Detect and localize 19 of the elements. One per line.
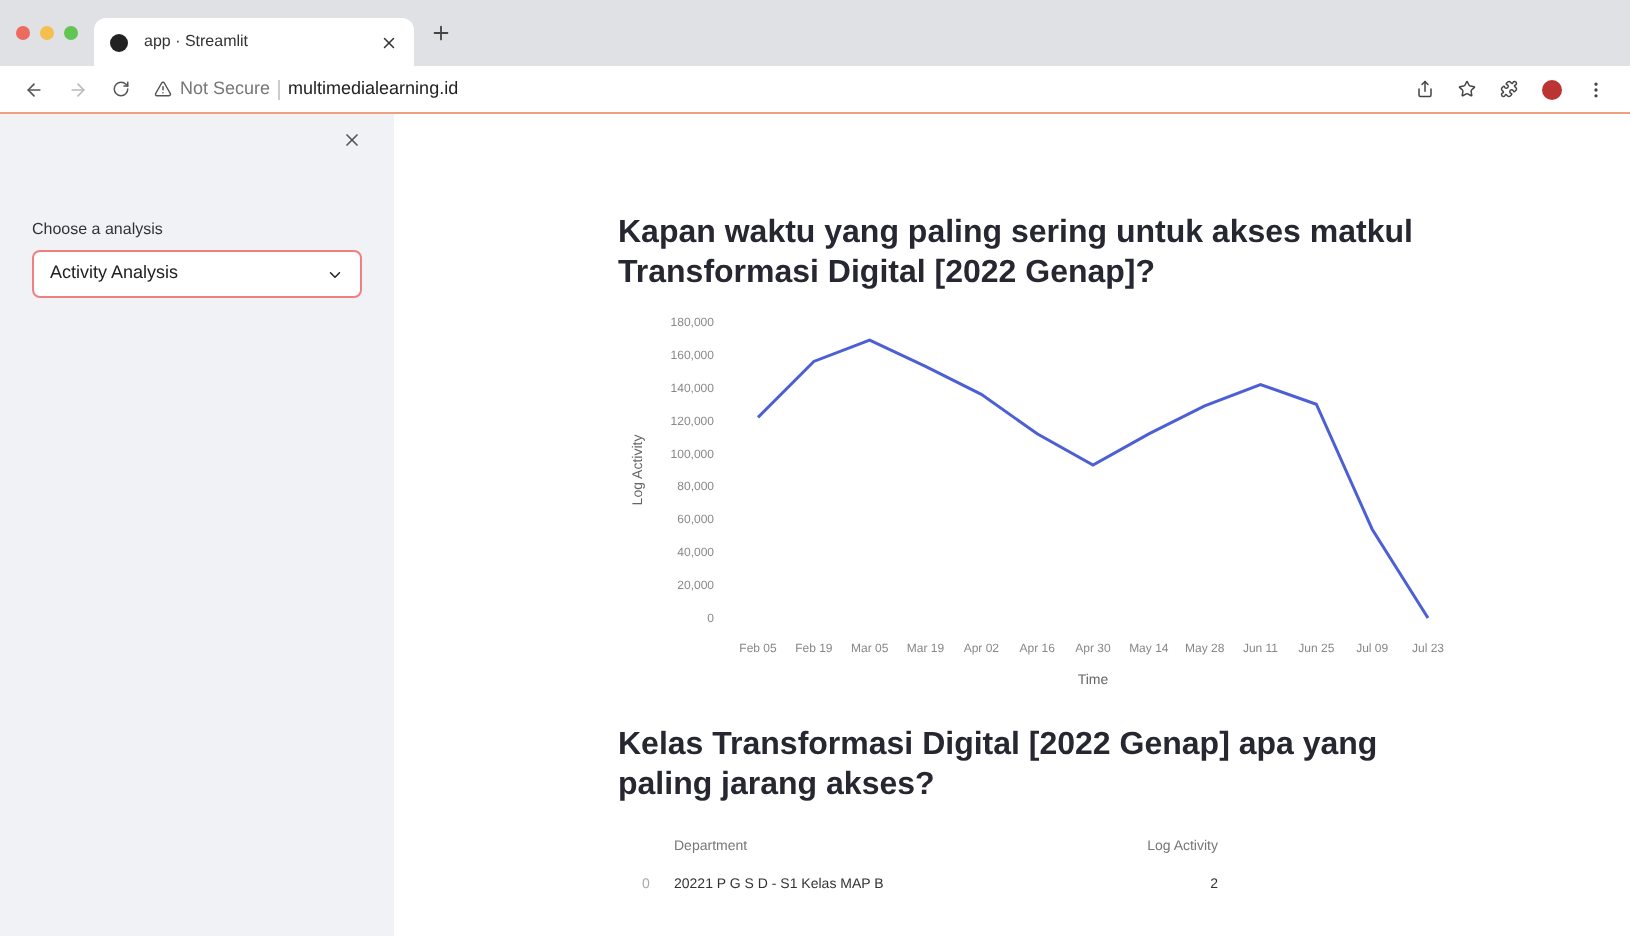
puzzle-icon[interactable] [1500,80,1518,98]
close-sidebar-icon[interactable] [342,130,362,150]
streamlit-logo-icon [110,33,128,51]
new-tab-icon[interactable] [430,22,452,44]
share-icon[interactable] [1416,80,1434,98]
analysis-select[interactable]: Activity Analysis [32,250,362,298]
browser-tab[interactable]: app · Streamlit [94,18,414,66]
close-tab-icon[interactable] [380,33,398,51]
select-label: Choose a analysis [32,218,165,242]
security-label: Not Secure [180,75,271,102]
star-icon[interactable] [1458,80,1476,98]
back-icon[interactable] [24,79,44,99]
section-heading: Kelas Transformasi Digital [2022 Genap] apa yang paling jarang akses? [618,726,1380,806]
reload-icon[interactable] [112,80,130,98]
profile-avatar-icon[interactable] [1542,79,1562,99]
warning-icon [154,80,172,98]
tab-title: app · Streamlit [144,30,251,54]
section-heading: Kapan waktu yang paling sering untuk akses matkul Transformasi Digital [2022 Genap]? [618,214,1415,294]
url-text[interactable]: multimedialearning.id [288,75,459,103]
